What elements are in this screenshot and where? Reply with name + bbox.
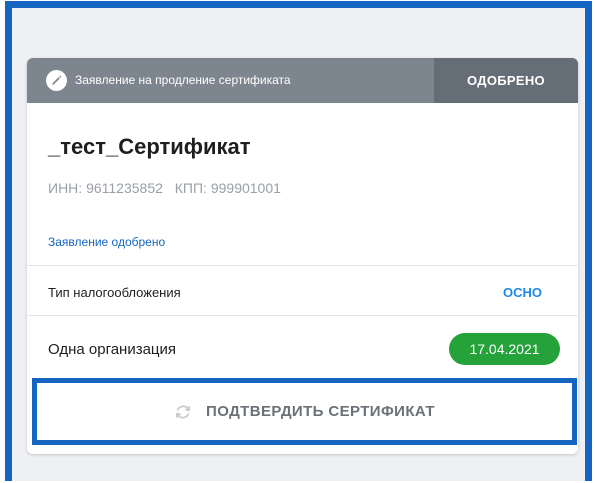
status-badge: ОДОБРЕНО xyxy=(434,58,578,103)
tax-value: ОСНО xyxy=(503,285,542,300)
certificate-name: _тест_Сертификат xyxy=(48,134,251,159)
tax-label: Тип налогообложения xyxy=(48,285,181,300)
date-badge: 17.04.2021 xyxy=(449,333,560,365)
confirm-button-label: ПОДТВЕРДИТЬ СЕРТИФИКАТ xyxy=(206,403,435,420)
kpp-value: КПП: 999901001 xyxy=(174,180,281,196)
inn-value: ИНН: 9611235852 xyxy=(48,180,163,196)
confirm-button-content: ПОДТВЕРДИТЬ СЕРТИФИКАТ xyxy=(37,383,572,440)
header-title-area: Заявление на продление сертификата xyxy=(27,58,434,103)
divider xyxy=(27,265,578,266)
card-header: Заявление на продление сертификата ОДОБР… xyxy=(27,58,578,103)
org-label: Одна организация xyxy=(48,341,177,358)
refresh-icon xyxy=(175,404,191,419)
divider xyxy=(27,315,578,316)
header-title: Заявление на продление сертификата xyxy=(75,73,291,87)
application-status-link[interactable]: Заявление одобрено xyxy=(48,235,165,249)
certificate-ids: ИНН: 9611235852 КПП: 999901001 xyxy=(48,180,281,196)
pencil-icon xyxy=(46,70,67,91)
confirm-certificate-button[interactable]: ПОДТВЕРДИТЬ СЕРТИФИКАТ xyxy=(32,378,577,445)
